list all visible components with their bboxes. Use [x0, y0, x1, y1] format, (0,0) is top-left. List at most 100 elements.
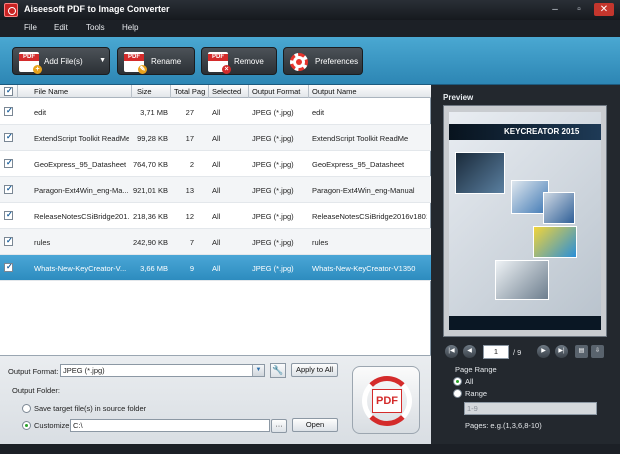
toolbar: + Add File(s) ▼ ✎ Rename × Remove Prefer… [0, 37, 620, 85]
preview-thumb [495, 260, 549, 300]
row-format[interactable]: JPEG (*.jpg) [252, 264, 294, 273]
range-custom-label: Range [465, 389, 488, 398]
page-number-input[interactable]: 1 [483, 345, 509, 359]
table-row[interactable]: rules 242,90 KB 7 All JPEG (*.jpg) rules [0, 229, 431, 255]
output-format-select[interactable]: JPEG (*.jpg) ▼ [60, 364, 265, 377]
add-pdf-icon: + [19, 52, 42, 74]
row-format[interactable]: JPEG (*.jpg) [252, 160, 294, 169]
row-format[interactable]: JPEG (*.jpg) [252, 108, 294, 117]
convert-button[interactable]: PDF [352, 366, 420, 434]
row-selected: All [212, 238, 221, 247]
chevron-down-icon[interactable]: ▼ [252, 365, 264, 376]
preferences-button[interactable]: Preferences [283, 47, 363, 75]
row-selected: All [212, 264, 221, 273]
window-title: Aiseesoft PDF to Image Converter [24, 4, 170, 14]
table-row-selected[interactable]: Whats-New-KeyCreator-V... 3,66 MB 9 All … [0, 255, 431, 281]
wrench-icon[interactable]: 🔧 [270, 363, 286, 378]
row-checkbox[interactable] [4, 158, 13, 168]
rename-label: Rename [151, 57, 182, 66]
table-row[interactable]: edit 3,71 MB 27 All JPEG (*.jpg) edit [0, 99, 431, 125]
row-output-name[interactable]: Paragon-Ext4Win_eng-Manual [312, 186, 427, 195]
row-output-name[interactable]: edit [312, 108, 427, 117]
convert-label: PDF [372, 389, 402, 413]
preview-thumb [533, 226, 577, 258]
page-count: / 9 [513, 348, 522, 357]
row-selected: All [212, 186, 221, 195]
table-row[interactable]: ReleaseNotesCSiBridge201... 218,36 KB 12… [0, 203, 431, 229]
select-all-checkbox[interactable] [4, 86, 13, 96]
rename-pdf-icon: ✎ [124, 52, 147, 74]
browse-button[interactable]: ··· [271, 419, 287, 433]
table-row[interactable]: GeoExpress_95_Datasheet 764,70 KB 2 All … [0, 151, 431, 177]
table-row[interactable]: ExtendScript Toolkit ReadMe 99,28 KB 17 … [0, 125, 431, 151]
menu-bar: File Edit Tools Help [0, 20, 620, 37]
row-pages: 9 [189, 264, 194, 273]
row-checkbox[interactable] [4, 106, 13, 116]
maximize-button[interactable]: ▫ [572, 3, 586, 16]
row-size: 764,70 KB [132, 160, 168, 169]
minimize-button[interactable]: ‒ [548, 3, 562, 16]
output-format-label: Output Format: [8, 367, 59, 376]
range-input[interactable]: 1-9 [464, 402, 597, 415]
row-format[interactable]: JPEG (*.jpg) [252, 238, 294, 247]
gear-icon [290, 53, 308, 71]
close-button[interactable]: ✕ [594, 3, 614, 16]
row-format[interactable]: JPEG (*.jpg) [252, 212, 294, 221]
rename-button[interactable]: ✎ Rename [117, 47, 195, 75]
row-output-name[interactable]: ExtendScript Toolkit ReadMe [312, 134, 427, 143]
chevron-down-icon[interactable]: ▼ [99, 57, 106, 64]
row-file-name: Paragon-Ext4Win_eng-Ma... [34, 186, 129, 195]
add-files-label: Add File(s) [44, 57, 83, 66]
file-list: File Name Size Total Pag Selected Output… [0, 85, 431, 355]
col-total-pages[interactable]: Total Pag [174, 87, 205, 97]
row-size: 3,66 MB [140, 264, 168, 273]
first-page-icon[interactable]: |◀ [445, 345, 458, 358]
row-output-name[interactable]: GeoExpress_95_Datasheet [312, 160, 427, 169]
row-pages: 17 [185, 134, 194, 143]
output-path-input[interactable]: C:\ [70, 419, 270, 432]
apply-to-all-button[interactable]: Apply to All [291, 363, 338, 377]
snapshot-icon[interactable]: ▤ [575, 345, 588, 358]
range-all-radio[interactable] [453, 377, 462, 386]
col-output-format[interactable]: Output Format [252, 87, 300, 97]
row-checkbox[interactable] [4, 236, 13, 246]
app-window: Aiseesoft PDF to Image Converter ‒ ▫ ✕ F… [0, 0, 620, 454]
row-output-name[interactable]: Whats-New-KeyCreator-V1350 [312, 264, 427, 273]
range-custom-radio[interactable] [453, 389, 462, 398]
menu-help[interactable]: Help [122, 23, 138, 32]
menu-file[interactable]: File [24, 23, 37, 32]
row-file-name: ExtendScript Toolkit ReadMe [34, 134, 129, 143]
col-file-name[interactable]: File Name [34, 87, 68, 97]
title-bar: Aiseesoft PDF to Image Converter ‒ ▫ ✕ [0, 0, 620, 20]
row-size: 921,01 KB [132, 186, 168, 195]
menu-tools[interactable]: Tools [86, 23, 105, 32]
table-row[interactable]: Paragon-Ext4Win_eng-Ma... 921,01 KB 13 A… [0, 177, 431, 203]
row-checkbox[interactable] [4, 184, 13, 194]
output-folder-label: Output Folder: [12, 386, 60, 395]
next-page-icon[interactable]: ▶ [537, 345, 550, 358]
row-checkbox[interactable] [4, 210, 13, 220]
menu-edit[interactable]: Edit [54, 23, 68, 32]
col-output-name[interactable]: Output Name [312, 87, 357, 97]
export-icon[interactable]: ⇩ [591, 345, 604, 358]
row-format[interactable]: JPEG (*.jpg) [252, 134, 294, 143]
row-checkbox[interactable] [4, 132, 13, 142]
row-selected: All [212, 108, 221, 117]
last-page-icon[interactable]: ▶| [555, 345, 568, 358]
customize-radio[interactable] [22, 421, 31, 430]
row-format[interactable]: JPEG (*.jpg) [252, 186, 294, 195]
save-source-radio[interactable] [22, 404, 31, 413]
col-selected[interactable]: Selected [212, 87, 241, 97]
customize-label: Customize: [34, 421, 72, 430]
row-file-name: edit [34, 108, 47, 117]
open-folder-button[interactable]: Open [292, 418, 338, 432]
remove-button[interactable]: × Remove [201, 47, 277, 75]
add-files-button[interactable]: + Add File(s) ▼ [12, 47, 110, 75]
row-output-name[interactable]: rules [312, 238, 427, 247]
row-output-name[interactable]: ReleaseNotesCSiBridge2016v1801 [312, 212, 427, 221]
row-pages: 13 [185, 186, 194, 195]
col-size[interactable]: Size [137, 87, 152, 97]
prev-page-icon[interactable]: ◀ [463, 345, 476, 358]
row-checkbox[interactable] [4, 262, 13, 272]
preview-banner: KEYCREATOR 2015 [449, 124, 601, 140]
